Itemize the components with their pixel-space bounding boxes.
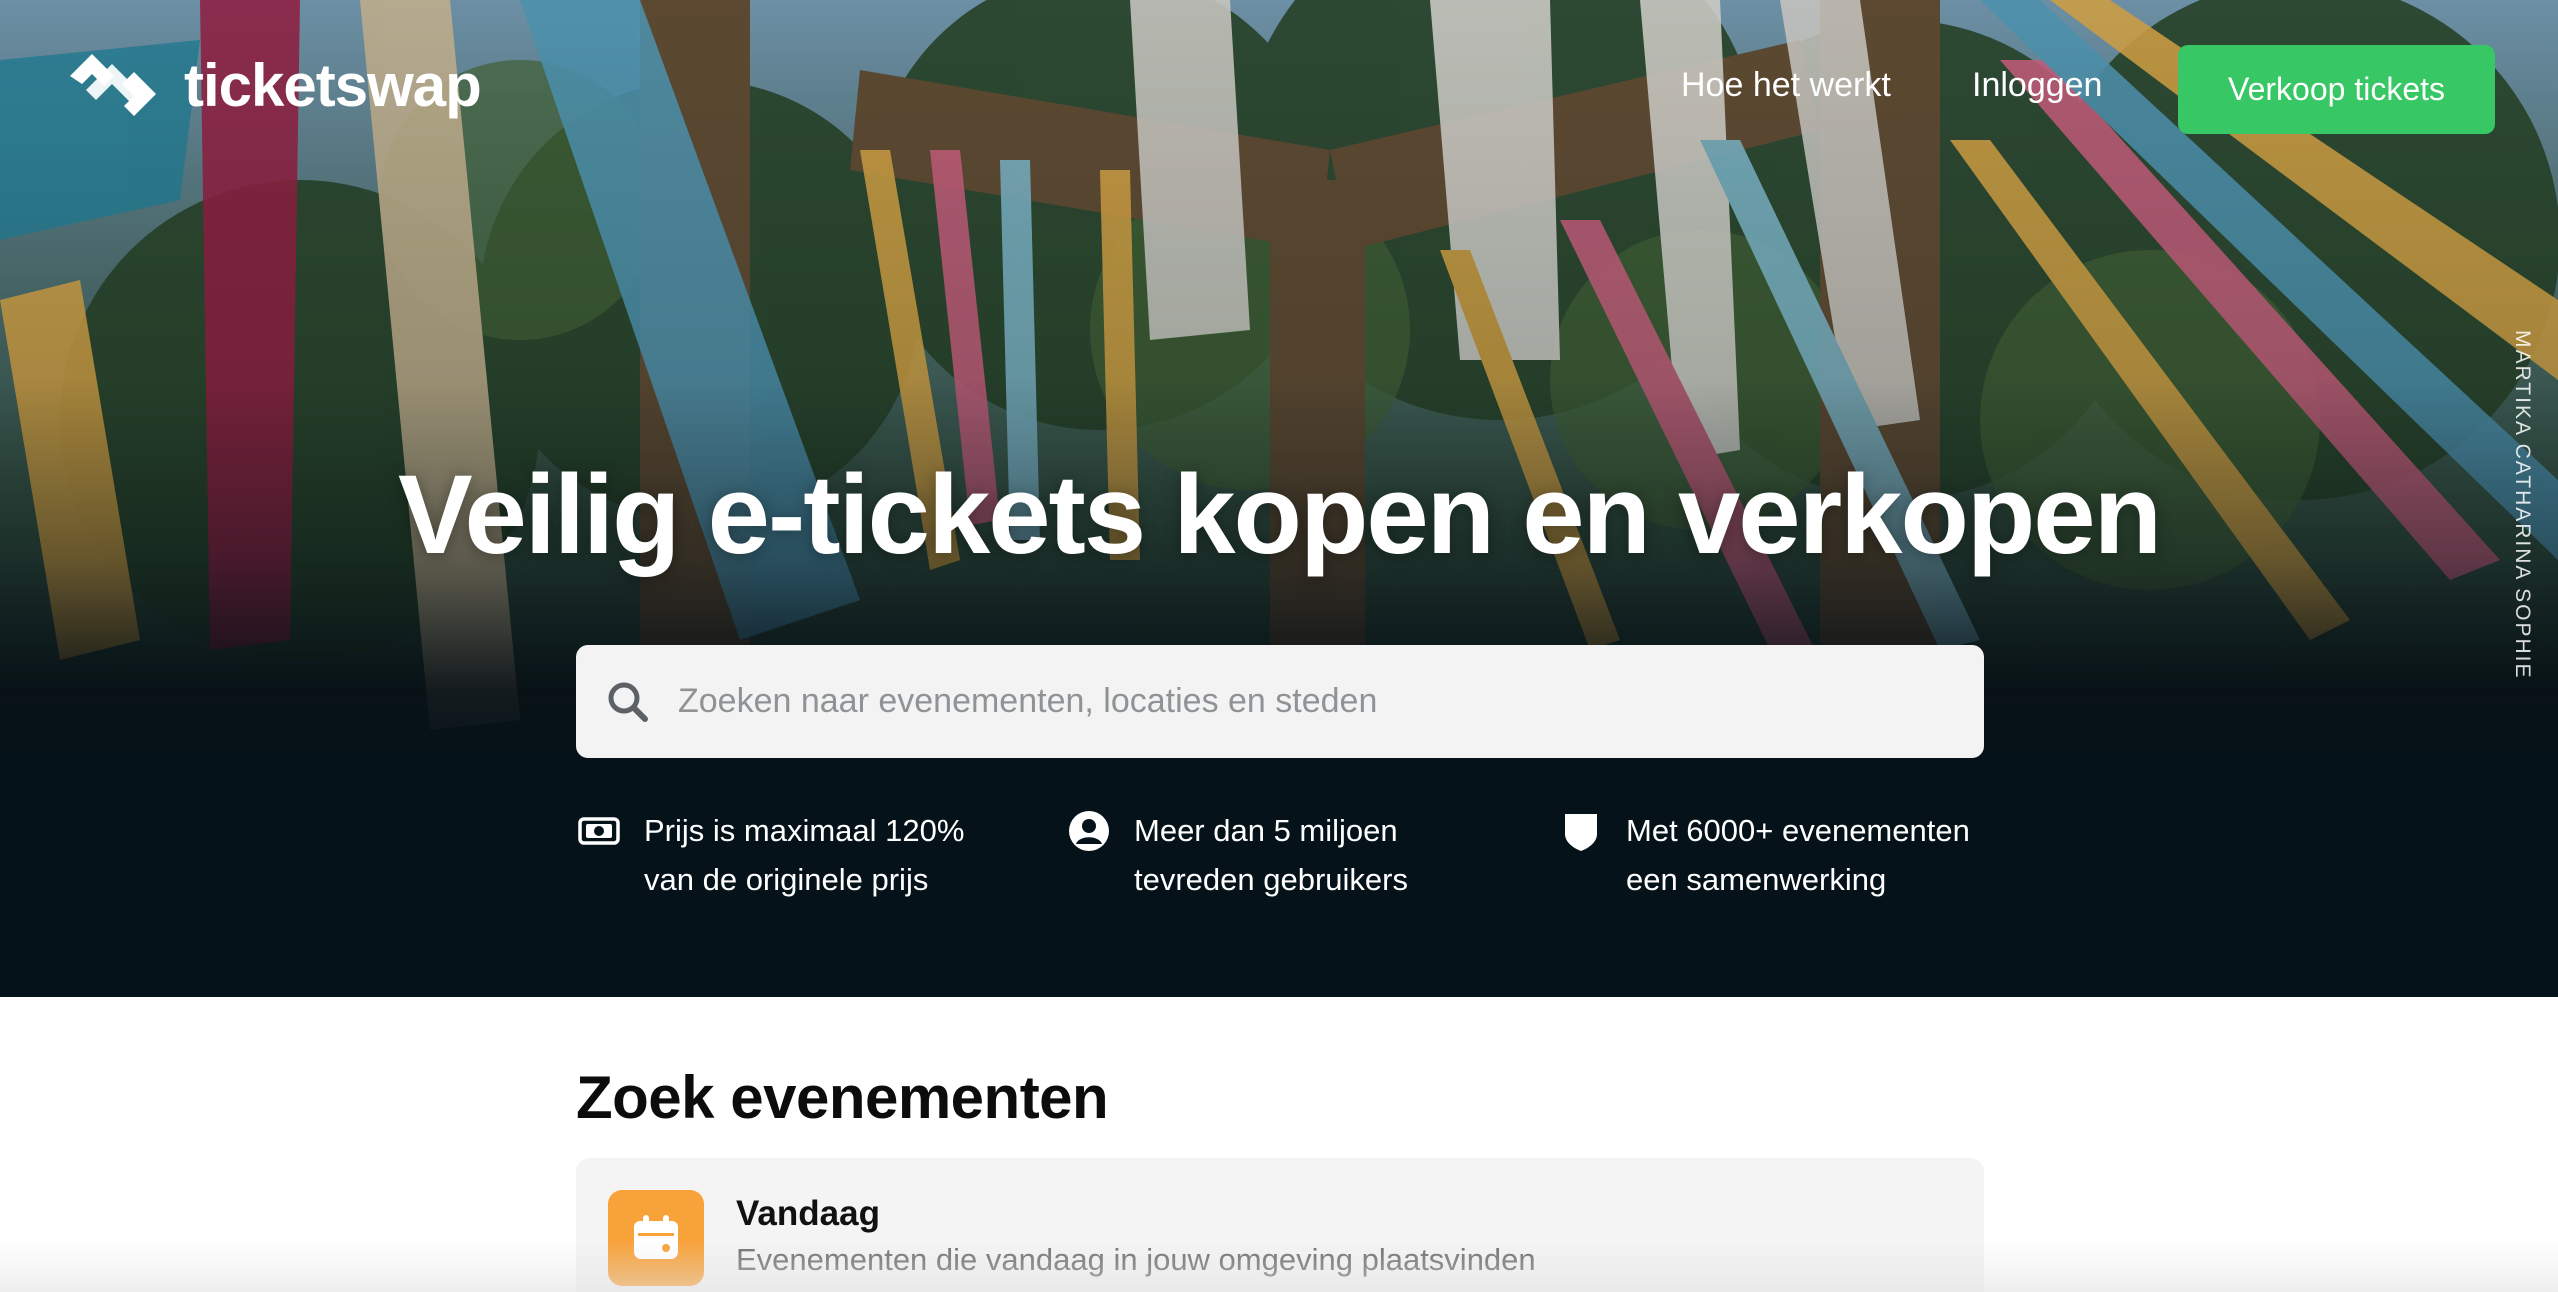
hero-headline: Veilig e-tickets kopen en verkopen: [397, 452, 2162, 577]
hero-section: ticketswap Hoe het werkt Inloggen Verkoo…: [0, 0, 2558, 997]
search-bar[interactable]: [576, 645, 1984, 758]
feature-partners-text: Met 6000+ evenementen een samenwerking: [1626, 813, 1970, 897]
card-icon-tile: [608, 1190, 704, 1286]
feature-users-text: Meer dan 5 miljoen tevreden gebruikers: [1134, 813, 1408, 897]
feature-partners: Met 6000+ evenementen een samenwerking: [1560, 806, 1996, 904]
user-circle-icon: [1069, 811, 1109, 851]
event-card-subtitle: Evenementen die vandaag in jouw omgeving…: [736, 1242, 1536, 1277]
feature-price-cap: Prijs is maximaal 120% van de originele …: [578, 806, 1014, 904]
ticketswap-logo-icon: [70, 54, 156, 116]
nav-how-it-works-link[interactable]: Hoe het werkt: [1681, 66, 1891, 105]
ticketswap-logo[interactable]: ticketswap: [64, 50, 482, 120]
events-section-title: Zoek evenementen: [576, 1064, 1109, 1131]
feature-price-cap-text: Prijs is maximaal 120% van de originele …: [644, 813, 965, 897]
shield-icon: [1565, 814, 1597, 851]
logo-wordmark: ticketswap: [184, 51, 482, 119]
calendar-icon: [634, 1215, 678, 1259]
feature-users: Meer dan 5 miljoen tevreden gebruikers: [1068, 806, 1504, 904]
sell-tickets-button[interactable]: Verkoop tickets: [2178, 45, 2495, 134]
search-icon: [608, 682, 648, 722]
event-card-today[interactable]: Vandaag Evenementen die vandaag in jouw …: [576, 1158, 1984, 1292]
search-input[interactable]: [678, 645, 1984, 758]
nav-login-link[interactable]: Inloggen: [1972, 66, 2102, 105]
banknote-icon: [578, 817, 620, 845]
event-card-title: Vandaag: [736, 1194, 880, 1233]
